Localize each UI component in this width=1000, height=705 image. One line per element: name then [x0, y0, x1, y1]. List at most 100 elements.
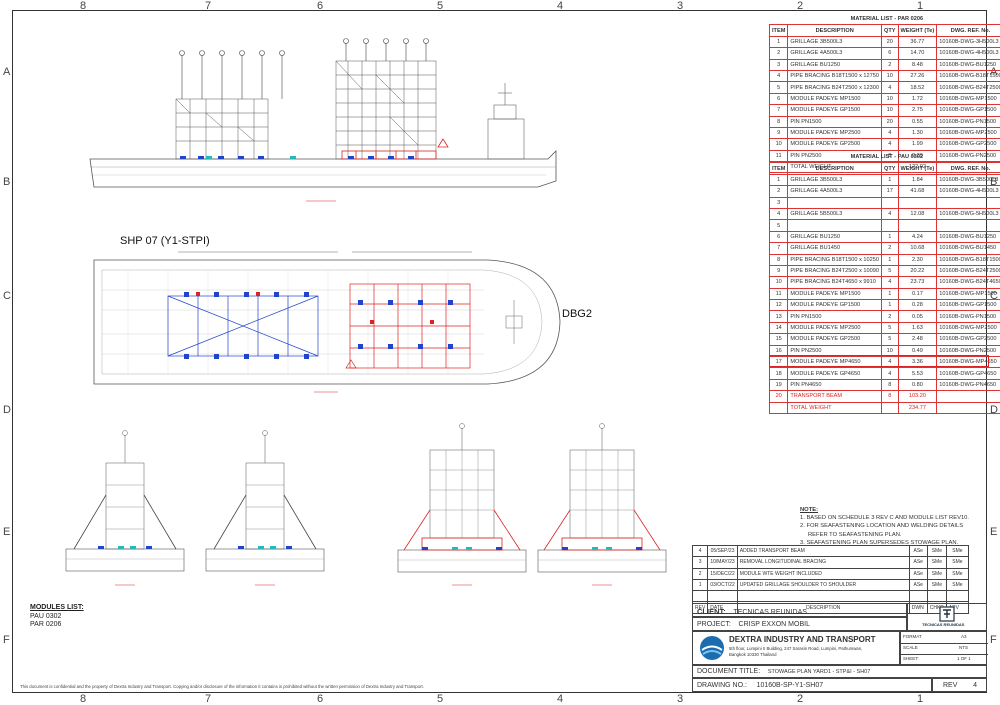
section-view-1 — [60, 425, 190, 595]
column-header: ITEM — [770, 163, 788, 174]
column-header: QTY — [882, 163, 899, 174]
revision-cell: 05/SEP/23 — [708, 546, 737, 557]
table-cell: 6 — [770, 231, 788, 242]
table-row: 7GRILLAGE BU1450210.6810160B-DWG-BU1450 — [770, 243, 1000, 254]
material-list-par-title: MATERIAL LIST - PAR 0206 — [770, 14, 1000, 25]
confidentiality-disclaimer: This document is confidential and the pr… — [20, 684, 424, 689]
table-cell: 0.55 — [898, 116, 937, 127]
table-row: 10PIPE BRACING B24T4650 x 9910423.731016… — [770, 277, 1000, 288]
table-cell: 10 — [770, 139, 788, 150]
section-view-2 — [200, 425, 330, 595]
table-cell: 1 — [882, 254, 899, 265]
revision-cell: ASe — [909, 568, 927, 579]
table-row: 9MODULE PADEYE MP250041.3010160B-DWG-MP2… — [770, 127, 1000, 138]
table-cell: 11 — [770, 288, 788, 299]
table-cell: MODULE PADEYE MP1500 — [788, 288, 882, 299]
table-cell: 10160B-DWG-MP2500 — [937, 322, 1000, 333]
table-cell — [788, 220, 882, 231]
table-cell: 3 — [770, 59, 788, 70]
table-cell: 18.52 — [898, 82, 937, 93]
table-cell: 10160B-DWG-3H500L3 — [937, 36, 1000, 47]
table-cell: 12 — [770, 300, 788, 311]
table-cell: 4 — [882, 127, 899, 138]
table-row: 4GRILLAGE 5B500L3412.0810160B-DWG-5H500L… — [770, 208, 1000, 219]
table-row: 6GRILLAGE BU125014.2410160B-DWG-BU1250 — [770, 231, 1000, 242]
table-cell: MODULE PADEYE GP1500 — [788, 105, 882, 116]
table-cell: 10160B-DWG-BU1450 — [937, 243, 1000, 254]
revision-cell: SMe — [946, 557, 968, 568]
table-row: 2GRILLAGE 4A500L31741.6810160B-DWG-4H500… — [770, 186, 1000, 197]
table-cell: 10160B-DWG-B24T4650 — [937, 277, 1000, 288]
table-cell: 10160B-DWG-GP1500 — [937, 300, 1000, 311]
logo-text: TECNICAS REUNIDAS — [922, 622, 964, 627]
table-cell: 1.30 — [898, 127, 937, 138]
table-cell: GRILLAGE 5B500L3 — [788, 208, 882, 219]
table-cell: 1.72 — [898, 93, 937, 104]
table-cell: 7 — [770, 105, 788, 116]
table-cell: 103.20 — [898, 391, 937, 402]
table-row: 8PIN PN1500200.5510160B-DWG-PN1500 — [770, 116, 1000, 127]
revision-cell: 4 — [693, 546, 708, 557]
revision-cell: ADDED TRANSPORT BEAM — [737, 546, 909, 557]
drawing-number-label: DRAWING NO.: — [697, 682, 747, 689]
document-title-value: STOWAGE PLAN YARD1 - STP&I - SH07 — [768, 669, 871, 675]
table-cell: MODULE PADEYE GP1500 — [788, 300, 882, 311]
table-cell: 10160B-DWG-GP4650 — [937, 368, 1000, 379]
table-cell: 6 — [770, 93, 788, 104]
table-cell: GRILLAGE 3B500L3 — [788, 36, 882, 47]
table-cell: 18 — [770, 368, 788, 379]
table-cell: GRILLAGE 4A500L3 — [788, 48, 882, 59]
table-cell: 10160B-DWG-B24T2500 — [937, 82, 1000, 93]
table-cell: 4.24 — [898, 231, 937, 242]
table-cell — [937, 391, 1000, 402]
table-cell: 2 — [770, 48, 788, 59]
column-header: DESCRIPTION — [788, 25, 882, 36]
table-cell: 20 — [770, 391, 788, 402]
table-cell: 10160B-DWG-GP2500 — [937, 139, 1000, 150]
table-cell: PIPE BRACING B24T2500 x 10090 — [788, 265, 882, 276]
table-cell: 10160B-DWG-PN1500 — [937, 311, 1000, 322]
table-cell: 10160B-DWG-PN1500 — [937, 116, 1000, 127]
dextra-logo — [699, 635, 725, 661]
table-cell: 10160B-DWG-MP2500 — [937, 127, 1000, 138]
table-cell: 5 — [770, 220, 788, 231]
zone-col-2: 2 — [797, 0, 803, 12]
table-cell: 1.84 — [898, 174, 937, 185]
table-row: 8PIPE BRACING B18T1500 x 1025012.3010160… — [770, 254, 1000, 265]
plan-view-drawing — [88, 240, 568, 400]
table-cell: 14.70 — [898, 48, 937, 59]
column-header: DWG. REF. No. — [937, 163, 1000, 174]
column-header: DWG. REF. No. — [937, 25, 1000, 36]
zone-col-6-bottom: 6 — [317, 693, 323, 705]
table-cell: 5.53 — [898, 368, 937, 379]
table-cell: PIPE BRACING B24T2500 x 12300 — [788, 82, 882, 93]
revision-row: 215/DEC/22MODULE WTE WEIGHT INCLUDEDASeS… — [693, 568, 969, 579]
table-cell — [882, 220, 899, 231]
table-cell: 10160B-DWG-MP1500 — [937, 93, 1000, 104]
zone-row-c: C — [3, 290, 11, 302]
table-cell: 10160B-DWG-5H500L3 — [937, 208, 1000, 219]
table-cell: 27.26 — [898, 70, 937, 81]
revision-row: 310/MAY/23REMOVAL LONGITUDINAL BRACINGAS… — [693, 557, 969, 568]
table-cell — [788, 197, 882, 208]
table-row: 9PIPE BRACING B24T2500 x 10090520.221016… — [770, 265, 1000, 276]
revision-cell: ASe — [909, 546, 927, 557]
table-cell: 2.48 — [898, 334, 937, 345]
revision-cell: SMe — [946, 568, 968, 579]
total-weight-value: 234.77 — [898, 402, 937, 413]
company-name: DEXTRA INDUSTRY AND TRANSPORT — [729, 635, 876, 644]
table-row: 3 — [770, 197, 1000, 208]
table-cell: GRILLAGE BU1250 — [788, 231, 882, 242]
table-cell: MODULE PADEYE GP2500 — [788, 139, 882, 150]
table-cell: 10160B-DWG-B18T1500 — [937, 254, 1000, 265]
table-cell: 8 — [882, 379, 899, 390]
revision-highlight-box — [769, 355, 989, 367]
table-cell: 4 — [882, 368, 899, 379]
ship-name-label: SHP 07 (Y1-STPI) — [120, 235, 210, 247]
table-cell: 10160B-DWG-4H500L3 — [937, 48, 1000, 59]
table-row: 4PIPE BRACING B18T1500 x 127501027.26101… — [770, 70, 1000, 81]
revision-cell: 1 — [693, 579, 708, 590]
table-cell: MODULE PADEYE MP2500 — [788, 127, 882, 138]
modules-list: MODULES LIST: PAU 0302 PAR 0206 — [30, 604, 84, 630]
revision-row — [693, 591, 969, 602]
